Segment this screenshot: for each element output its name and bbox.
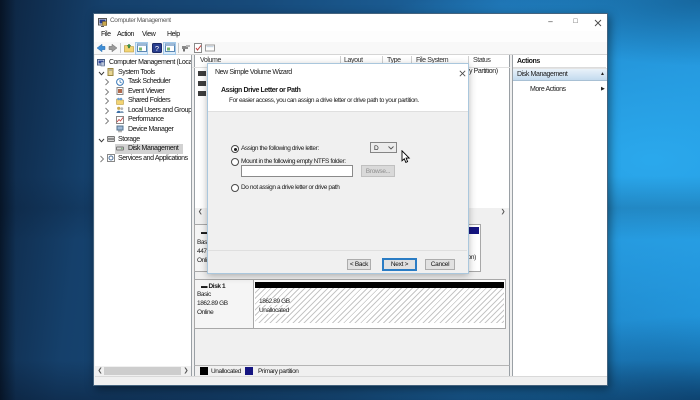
svg-text:?: ? xyxy=(155,44,159,53)
